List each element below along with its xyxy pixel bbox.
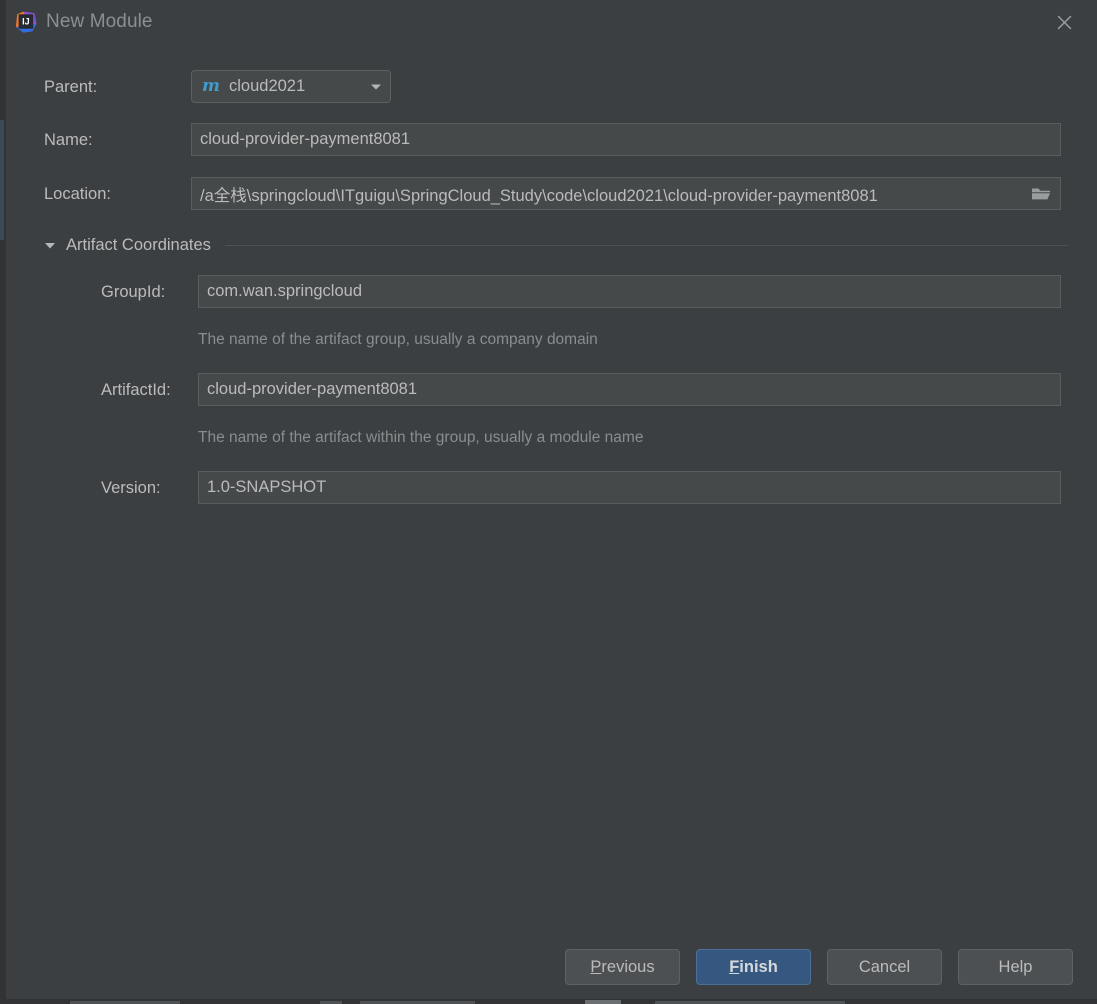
location-input[interactable]: /a全栈\springcloud\ITguigu\SpringCloud_Stu… — [191, 177, 1061, 210]
location-label: Location: — [44, 184, 111, 203]
dialog-button-bar: Previous Finish Cancel Help — [6, 949, 1097, 989]
triangle-down-icon — [44, 241, 56, 250]
section-divider — [224, 244, 1068, 246]
group-id-hint: The name of the artifact group, usually … — [198, 331, 598, 348]
help-button-label: Help — [998, 957, 1033, 976]
artifact-id-label: ArtifactId: — [101, 380, 171, 399]
finish-button-label: inish — [739, 957, 778, 976]
name-value: cloud-provider-payment8081 — [200, 130, 411, 148]
name-row: Name: — [44, 123, 93, 157]
folder-open-icon[interactable] — [1031, 185, 1052, 202]
location-row: Location: — [44, 177, 111, 211]
artifact-id-hint: The name of the artifact within the grou… — [198, 429, 644, 446]
svg-text:IJ: IJ — [22, 17, 30, 27]
parent-row: Parent: — [44, 70, 97, 104]
artifact-coordinates-title: Artifact Coordinates — [66, 235, 211, 254]
previous-button[interactable]: Previous — [565, 949, 680, 985]
chevron-down-icon — [344, 83, 382, 91]
close-icon[interactable] — [1051, 9, 1077, 35]
dialog-title: New Module — [46, 11, 153, 32]
new-module-dialog: IJ New Module Parent: m cloud2021 Name: … — [6, 0, 1097, 999]
group-id-value: com.wan.springcloud — [207, 282, 362, 300]
version-value: 1.0-SNAPSHOT — [207, 478, 327, 496]
group-id-row: GroupId: — [101, 275, 165, 309]
version-row: Version: — [101, 471, 161, 505]
artifact-coordinates-section-header[interactable]: Artifact Coordinates — [44, 234, 1068, 256]
maven-module-icon: m — [202, 76, 220, 96]
dialog-title-bar: IJ New Module — [6, 0, 1097, 45]
cancel-button[interactable]: Cancel — [827, 949, 942, 985]
name-input[interactable]: cloud-provider-payment8081 — [191, 123, 1061, 156]
previous-button-mnemonic: P — [590, 957, 602, 976]
location-value: /a全栈\springcloud\ITguigu\SpringCloud_Stu… — [200, 186, 878, 205]
artifact-id-value: cloud-provider-payment8081 — [207, 380, 418, 398]
background-tool-window-stripe — [0, 120, 4, 240]
previous-button-label: revious — [601, 957, 655, 976]
version-input[interactable]: 1.0-SNAPSHOT — [198, 471, 1061, 504]
cancel-button-label: Cancel — [858, 957, 911, 976]
parent-value: cloud2021 — [229, 77, 306, 95]
version-label: Version: — [101, 478, 161, 497]
screen: IJ New Module Parent: m cloud2021 Name: … — [0, 0, 1097, 1004]
help-button[interactable]: Help — [958, 949, 1073, 985]
finish-button-mnemonic: F — [729, 957, 740, 976]
artifact-id-input[interactable]: cloud-provider-payment8081 — [198, 373, 1061, 406]
background-status-bar — [0, 999, 1097, 1004]
name-label: Name: — [44, 130, 93, 149]
finish-button[interactable]: Finish — [696, 949, 811, 985]
group-id-input[interactable]: com.wan.springcloud — [198, 275, 1061, 308]
group-id-label: GroupId: — [101, 282, 166, 301]
parent-combobox[interactable]: m cloud2021 — [191, 70, 391, 103]
intellij-idea-icon: IJ — [14, 10, 38, 34]
parent-label: Parent: — [44, 77, 98, 96]
artifact-id-row: ArtifactId: — [101, 373, 171, 407]
